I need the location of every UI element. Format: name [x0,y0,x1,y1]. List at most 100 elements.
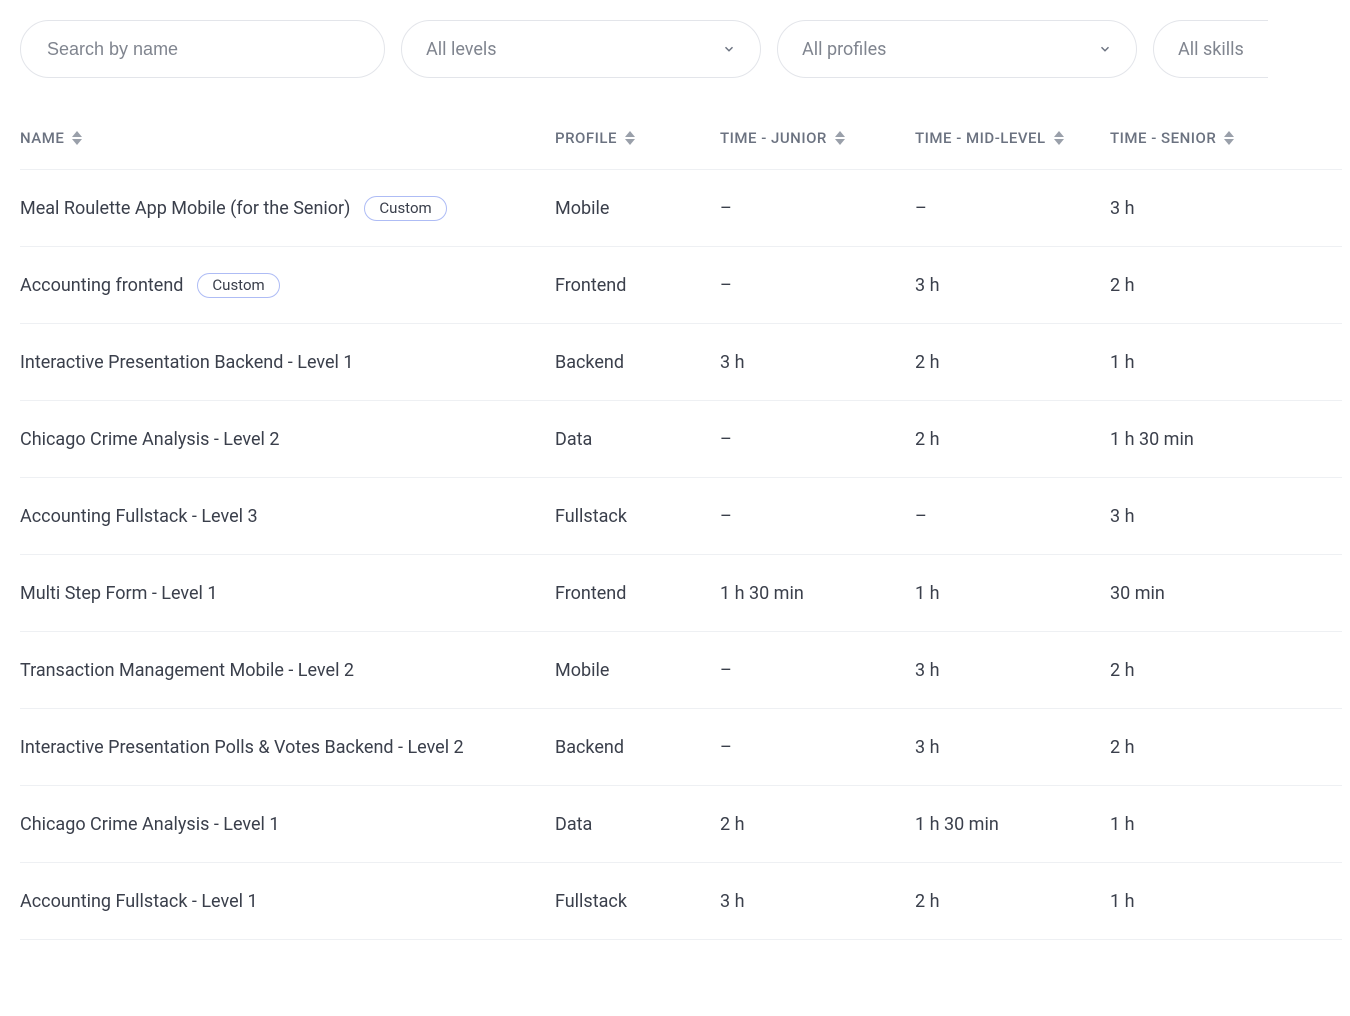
sort-icon [1054,131,1064,145]
cell-profile: Frontend [555,583,720,604]
task-name: Interactive Presentation Polls & Votes B… [20,737,464,758]
cell-name: Transaction Management Mobile - Level 2 [20,660,555,681]
cell-profile: Data [555,429,720,450]
task-name: Chicago Crime Analysis - Level 1 [20,814,280,835]
column-header-label: PROFILE [555,129,617,147]
cell-profile: Fullstack [555,506,720,527]
cell-time-junior: – [720,737,915,758]
cell-profile: Mobile [555,660,720,681]
task-name: Accounting Fullstack - Level 1 [20,891,258,912]
profiles-filter[interactable]: All profiles [777,20,1137,78]
table-row[interactable]: Accounting Fullstack - Level 1 Fullstack3… [20,863,1342,940]
column-header-label: TIME - SENIOR [1110,129,1216,147]
cell-time-junior: – [720,275,915,296]
column-header-label: NAME [20,129,64,147]
cell-time-mid: 1 h 30 min [915,814,1110,835]
cell-time-senior: 1 h 30 min [1110,429,1342,450]
cell-profile: Fullstack [555,891,720,912]
cell-profile: Mobile [555,198,720,219]
cell-time-mid: 2 h [915,891,1110,912]
tasks-table: NAME PROFILE TIME - JUNIOR TIME - MID-LE… [20,106,1342,940]
cell-time-junior: – [720,429,915,450]
cell-time-mid: 3 h [915,275,1110,296]
cell-time-senior: 3 h [1110,198,1342,219]
cell-time-junior: – [720,198,915,219]
column-header-name[interactable]: NAME [20,129,555,147]
table-row[interactable]: Accounting frontend Custom Frontend–3 h2 h [20,247,1342,324]
cell-name: Meal Roulette App Mobile (for the Senior… [20,196,555,221]
sort-icon [72,131,82,145]
levels-filter-label: All levels [426,39,497,60]
table-row[interactable]: Chicago Crime Analysis - Level 2 Data–2 h… [20,401,1342,478]
custom-badge: Custom [197,273,279,298]
cell-name: Multi Step Form - Level 1 [20,583,555,604]
task-name: Multi Step Form - Level 1 [20,583,218,604]
cell-profile: Frontend [555,275,720,296]
cell-time-junior: – [720,506,915,527]
column-header-label: TIME - MID-LEVEL [915,129,1046,147]
cell-time-mid: – [915,506,1110,527]
cell-name: Accounting frontend Custom [20,273,555,298]
column-header-label: TIME - JUNIOR [720,129,827,147]
profiles-filter-label: All profiles [802,39,886,60]
table-row[interactable]: Transaction Management Mobile - Level 2 M… [20,632,1342,709]
cell-name: Chicago Crime Analysis - Level 1 [20,814,555,835]
filters-bar: All levels All profiles All skills [20,20,1342,78]
table-row[interactable]: Meal Roulette App Mobile (for the Senior… [20,170,1342,247]
task-name: Interactive Presentation Backend - Level… [20,352,353,373]
chevron-down-icon [722,42,736,56]
column-header-time-junior[interactable]: TIME - JUNIOR [720,129,915,147]
search-input[interactable] [45,38,360,61]
cell-time-junior: 1 h 30 min [720,583,915,604]
task-name: Meal Roulette App Mobile (for the Senior… [20,198,350,219]
column-header-profile[interactable]: PROFILE [555,129,720,147]
cell-time-junior: 3 h [720,891,915,912]
column-header-time-mid[interactable]: TIME - MID-LEVEL [915,129,1110,147]
table-header-row: NAME PROFILE TIME - JUNIOR TIME - MID-LE… [20,106,1342,170]
cell-name: Interactive Presentation Backend - Level… [20,352,555,373]
cell-time-mid: 1 h [915,583,1110,604]
cell-name: Accounting Fullstack - Level 1 [20,891,555,912]
cell-name: Interactive Presentation Polls & Votes B… [20,737,555,758]
search-name-wrapper[interactable] [20,20,385,78]
cell-time-senior: 2 h [1110,660,1342,681]
levels-filter[interactable]: All levels [401,20,761,78]
cell-time-mid: 2 h [915,429,1110,450]
task-name: Accounting frontend [20,275,183,296]
cell-time-junior: 2 h [720,814,915,835]
table-row[interactable]: Multi Step Form - Level 1Frontend1 h 30 … [20,555,1342,632]
column-header-time-senior[interactable]: TIME - SENIOR [1110,129,1342,147]
cell-name: Accounting Fullstack - Level 3 [20,506,555,527]
cell-time-senior: 1 h [1110,352,1342,373]
task-name: Chicago Crime Analysis - Level 2 [20,429,280,450]
cell-time-junior: – [720,660,915,681]
cell-profile: Backend [555,352,720,373]
sort-icon [835,131,845,145]
table-row[interactable]: Chicago Crime Analysis - Level 1Data2 h1… [20,786,1342,863]
cell-time-senior: 1 h [1110,891,1342,912]
skills-filter[interactable]: All skills [1153,20,1268,78]
cell-time-senior: 1 h [1110,814,1342,835]
cell-name: Chicago Crime Analysis - Level 2 [20,429,555,450]
custom-badge: Custom [364,196,446,221]
cell-time-senior: 2 h [1110,737,1342,758]
cell-time-mid: 2 h [915,352,1110,373]
task-name: Accounting Fullstack - Level 3 [20,506,258,527]
table-row[interactable]: Accounting Fullstack - Level 3Fullstack–… [20,478,1342,555]
cell-time-senior: 3 h [1110,506,1342,527]
cell-profile: Backend [555,737,720,758]
table-row[interactable]: Interactive Presentation Backend - Level… [20,324,1342,401]
chevron-down-icon [1098,42,1112,56]
task-name: Transaction Management Mobile - Level 2 [20,660,354,681]
cell-time-senior: 2 h [1110,275,1342,296]
table-row[interactable]: Interactive Presentation Polls & Votes B… [20,709,1342,786]
cell-time-mid: – [915,198,1110,219]
sort-icon [1224,131,1234,145]
cell-time-mid: 3 h [915,660,1110,681]
cell-profile: Data [555,814,720,835]
sort-icon [625,131,635,145]
cell-time-mid: 3 h [915,737,1110,758]
skills-filter-label: All skills [1178,39,1244,60]
cell-time-senior: 30 min [1110,583,1342,604]
cell-time-junior: 3 h [720,352,915,373]
